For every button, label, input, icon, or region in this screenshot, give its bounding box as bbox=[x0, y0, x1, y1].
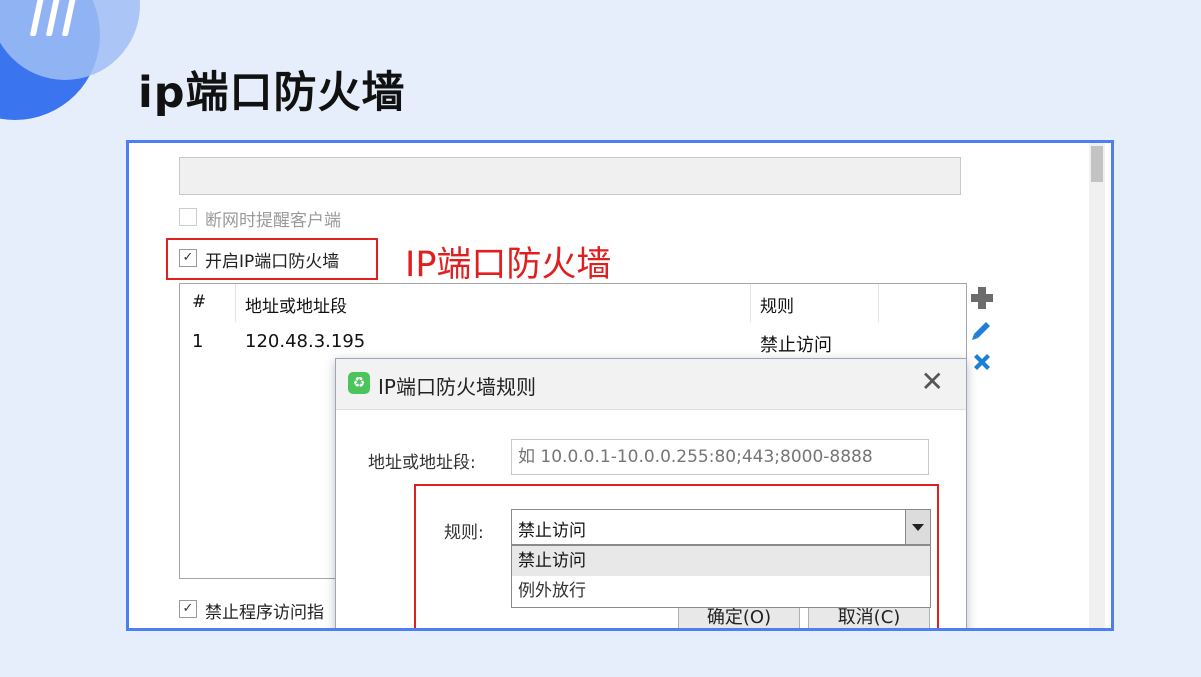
block-program-access-label: 禁止程序访问指 bbox=[205, 603, 324, 623]
vertical-scrollbar[interactable] bbox=[1089, 143, 1105, 628]
rule-select[interactable]: 禁止访问 bbox=[511, 509, 931, 545]
dialog-title: IP端口防火墙规则 bbox=[378, 375, 536, 399]
corner-decoration bbox=[0, 0, 150, 120]
row-1-num: 1 bbox=[192, 331, 204, 352]
rule-option-allow[interactable]: 例外放行 bbox=[512, 576, 930, 606]
rule-option-deny[interactable]: 禁止访问 bbox=[512, 546, 930, 576]
firewall-annotation: IP端口防火墙 bbox=[405, 245, 612, 285]
row-1-rule[interactable]: 禁止访问 bbox=[760, 331, 832, 357]
dialog-titlebar: ♻ IP端口防火墙规则 ✕ bbox=[336, 359, 966, 410]
address-label: 地址或地址段: bbox=[368, 453, 476, 473]
rule-label: 规则: bbox=[444, 523, 484, 543]
column-header-num[interactable]: # bbox=[192, 292, 206, 312]
address-input[interactable] bbox=[511, 439, 929, 475]
disconnect-reminder-checkbox[interactable] bbox=[179, 208, 197, 226]
row-1-address[interactable]: 120.48.3.195 bbox=[245, 331, 365, 352]
column-header-address[interactable]: 地址或地址段 bbox=[245, 292, 347, 317]
disconnect-reminder-label: 断网时提醒客户端 bbox=[205, 211, 341, 231]
screenshot-frame: 断网时提醒客户端 ✓ 开启IP端口防火墙 IP端口防火墙 # 地址或地址段 规则… bbox=[126, 140, 1114, 631]
close-icon[interactable]: ✕ bbox=[921, 365, 944, 398]
rule-select-value: 禁止访问 bbox=[518, 521, 586, 541]
plus-icon[interactable] bbox=[967, 283, 997, 313]
page-title: ip端口防火墙 bbox=[138, 68, 406, 118]
chevron-down-icon[interactable] bbox=[905, 510, 930, 544]
enable-firewall-checkbox[interactable]: ✓ bbox=[179, 249, 197, 267]
firewall-rule-dialog: ♻ IP端口防火墙规则 ✕ 地址或地址段: 规则: 禁止访问 确定(O) 取消(… bbox=[335, 358, 967, 628]
pencil-icon[interactable] bbox=[967, 315, 997, 345]
app-icon: ♻ bbox=[348, 372, 370, 394]
top-field[interactable] bbox=[179, 157, 961, 195]
rule-dropdown-list: 禁止访问 例外放行 bbox=[511, 545, 931, 608]
scrollbar-thumb[interactable] bbox=[1091, 146, 1103, 182]
close-icon[interactable] bbox=[967, 347, 997, 377]
column-header-rule[interactable]: 规则 bbox=[760, 292, 794, 317]
enable-firewall-label: 开启IP端口防火墙 bbox=[205, 252, 340, 272]
block-program-access-checkbox[interactable]: ✓ bbox=[179, 600, 197, 618]
